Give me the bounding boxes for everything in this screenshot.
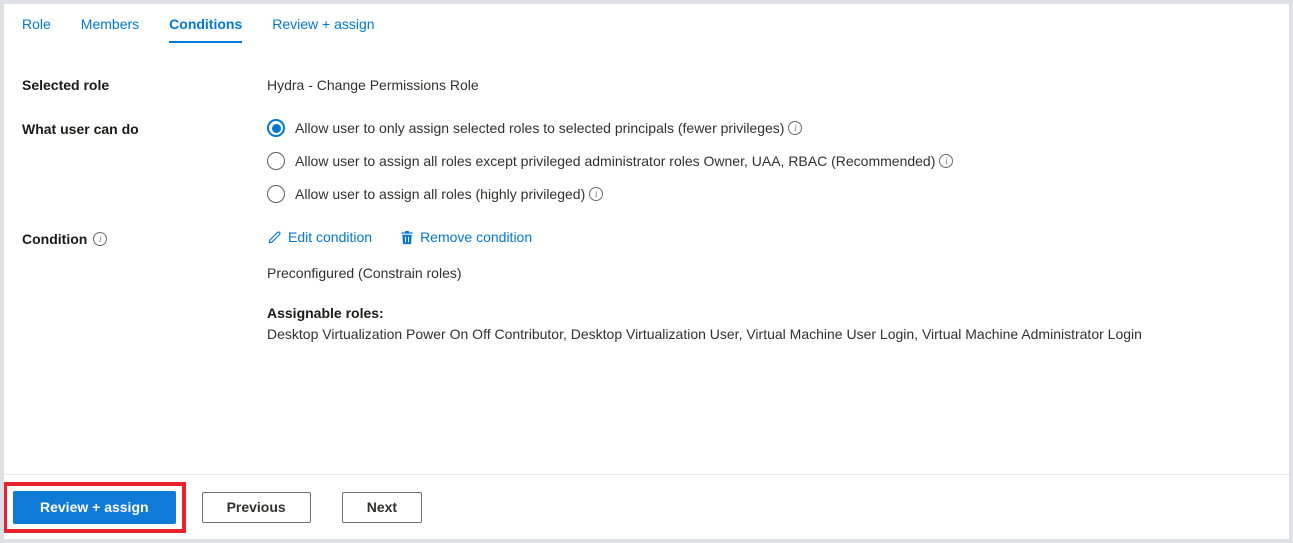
edit-condition-link[interactable]: Edit condition [267,229,372,245]
conditions-panel: Role Members Conditions Review + assign … [0,0,1293,543]
annotation-highlight-box: Review + assign [3,482,186,533]
edit-condition-label: Edit condition [288,229,372,245]
pencil-icon [267,230,282,245]
info-icon[interactable]: i [589,187,603,201]
radio-fewer-privileges-label: Allow user to only assign selected roles… [295,120,784,136]
what-user-can-do-label: What user can do [22,119,267,137]
remove-condition-label: Remove condition [420,229,532,245]
radio-all-roles-label: Allow user to assign all roles (highly p… [295,186,585,202]
condition-label-wrap: Condition i [22,229,267,247]
conditions-form: Selected role Hydra - Change Permissions… [4,43,1289,342]
remove-condition-link[interactable]: Remove condition [400,229,532,245]
info-icon[interactable]: i [93,232,107,246]
review-assign-button[interactable]: Review + assign [13,491,176,524]
info-icon[interactable]: i [939,154,953,168]
next-button[interactable]: Next [342,492,422,523]
assignable-roles-value: Desktop Virtualization Power On Off Cont… [267,326,1287,342]
tab-bar: Role Members Conditions Review + assign [4,4,1289,43]
tab-members[interactable]: Members [81,16,139,43]
previous-button[interactable]: Previous [202,492,311,523]
radio-all-except-privileged-label: Allow user to assign all roles except pr… [295,153,935,169]
condition-type: Preconfigured (Constrain roles) [267,265,1287,281]
tab-role[interactable]: Role [22,16,51,43]
privilege-radio-group: Allow user to only assign selected roles… [267,119,953,203]
condition-actions: Edit condition Remove condition [267,229,1287,245]
footer-bar: Review + assign Previous Next [4,475,1289,539]
selected-role-row: Selected role Hydra - Change Permissions… [22,75,1271,93]
selected-role-label: Selected role [22,75,267,93]
radio-all-roles[interactable]: Allow user to assign all roles (highly p… [267,185,953,203]
info-icon[interactable]: i [788,121,802,135]
selected-role-value: Hydra - Change Permissions Role [267,75,479,93]
condition-label: Condition [22,231,87,247]
radio-fewer-privileges[interactable]: Allow user to only assign selected roles… [267,119,953,137]
radio-unselected-icon[interactable] [267,185,285,203]
radio-all-except-privileged[interactable]: Allow user to assign all roles except pr… [267,152,953,170]
tab-conditions[interactable]: Conditions [169,16,242,43]
condition-row: Condition i Edit condition [22,229,1271,342]
assignable-roles-label: Assignable roles: [267,305,1287,321]
trash-icon [400,230,414,245]
radio-selected-icon[interactable] [267,119,285,137]
tab-review-assign[interactable]: Review + assign [272,16,374,43]
what-user-can-do-row: What user can do Allow user to only assi… [22,119,1271,203]
radio-unselected-icon[interactable] [267,152,285,170]
condition-details: Edit condition Remove condition Preconfi… [267,229,1287,342]
